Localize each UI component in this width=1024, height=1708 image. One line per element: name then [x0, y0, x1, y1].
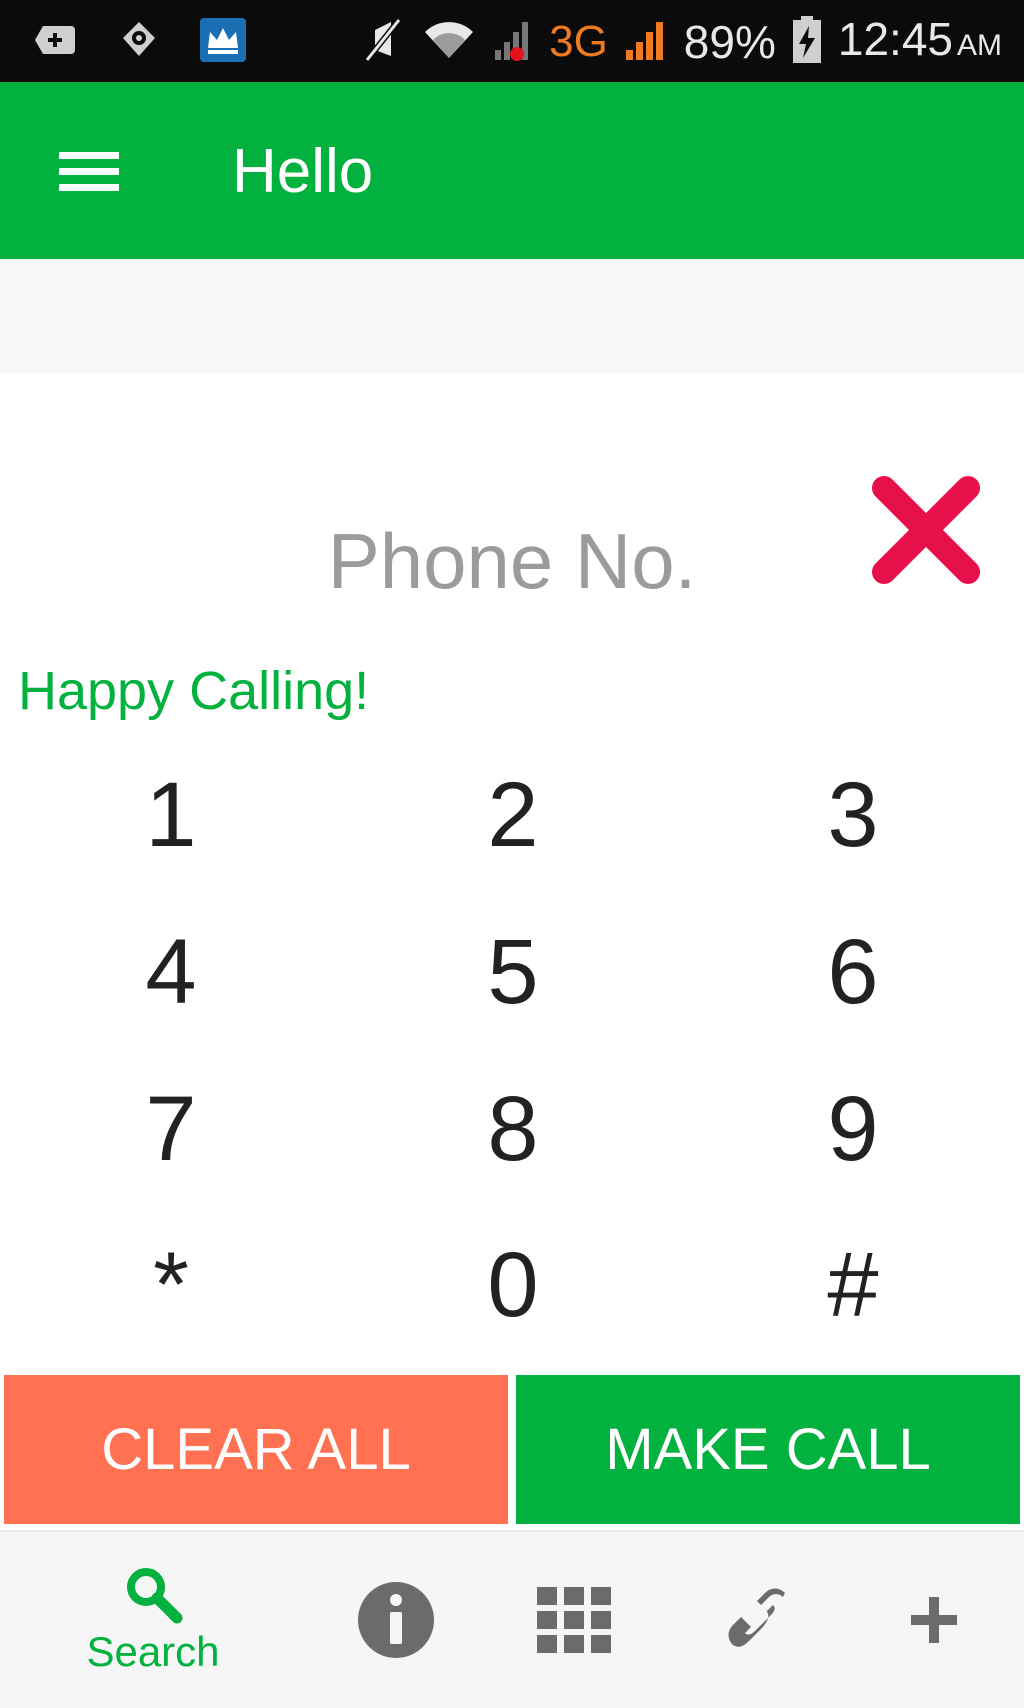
phone-icon [728, 1588, 785, 1647]
battery-percent: 89% [683, 16, 776, 68]
page-title: Hello [232, 137, 374, 206]
add-notification-icon [32, 20, 78, 60]
info-icon [358, 1582, 434, 1658]
network-type: 3G [549, 17, 608, 66]
clock-time: 12:45 [837, 12, 953, 65]
clear-all-button[interactable]: CLEAR ALL [4, 1375, 508, 1524]
key-9[interactable]: 9 [753, 1059, 953, 1199]
clock-ampm: AM [957, 28, 1002, 62]
key-5[interactable]: 5 [413, 902, 613, 1042]
battery-charging-icon [792, 15, 822, 69]
key-3[interactable]: 3 [753, 745, 953, 885]
clear-input-button[interactable] [870, 474, 982, 586]
search-icon [127, 1568, 183, 1624]
nav-search[interactable]: Search [60, 1532, 246, 1708]
dial-keypad: 1 2 3 4 5 6 7 8 9 * 0 # [0, 745, 1024, 1365]
status-indicators: 3G 89% 12:45 AM [361, 13, 1002, 70]
crown-app-icon [200, 18, 246, 62]
bottom-nav: Search [0, 1530, 1024, 1708]
nav-info[interactable] [346, 1532, 446, 1708]
make-call-button[interactable]: MAKE CALL [516, 1375, 1020, 1524]
key-0[interactable]: 0 [413, 1215, 613, 1355]
key-2[interactable]: 2 [413, 745, 613, 885]
key-6[interactable]: 6 [753, 902, 953, 1042]
nav-search-label: Search [86, 1628, 220, 1675]
greeting-text: Happy Calling! [18, 661, 370, 721]
signal-sim1-icon [493, 18, 533, 67]
key-7[interactable]: 7 [71, 1059, 271, 1199]
location-chat-icon [116, 20, 162, 60]
phone-number-input[interactable] [240, 500, 784, 622]
header-spacer [0, 259, 1024, 373]
nav-keypad[interactable] [524, 1532, 624, 1708]
notification-icons [32, 18, 246, 62]
wifi-icon [421, 18, 477, 67]
hamburger-icon [59, 152, 119, 191]
clock: 12:45 AM [838, 11, 1002, 74]
hamburger-menu-button[interactable] [44, 134, 134, 210]
signal-sim2-icon [624, 18, 668, 67]
app-bar: Hello [0, 82, 1024, 259]
key-4[interactable]: 4 [71, 902, 271, 1042]
key-hash[interactable]: # [753, 1215, 953, 1355]
key-star[interactable]: * [71, 1215, 271, 1355]
nav-call[interactable] [706, 1532, 806, 1708]
key-1[interactable]: 1 [71, 745, 271, 885]
grid-icon [537, 1587, 611, 1653]
nav-add[interactable] [884, 1532, 984, 1708]
close-icon [872, 476, 980, 584]
status-bar: 3G 89% 12:45 AM [0, 0, 1024, 82]
mute-icon [361, 16, 405, 69]
plus-icon [911, 1597, 957, 1643]
key-8[interactable]: 8 [413, 1059, 613, 1199]
